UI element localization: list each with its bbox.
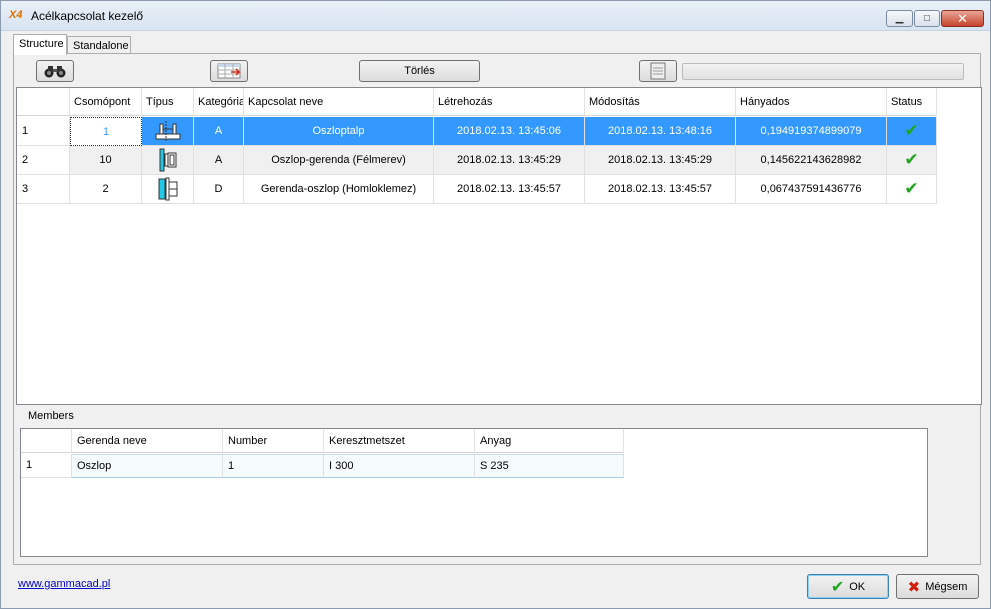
close-button[interactable]: ✕ [941, 10, 984, 27]
keresztmetszet-cell[interactable]: I 300 [324, 454, 475, 478]
modositas-cell[interactable]: 2018.02.13. 13:48:16 [585, 117, 736, 146]
kategoria-cell[interactable]: A [194, 146, 244, 175]
website-link[interactable]: www.gammacad.pl [18, 578, 110, 590]
column-header-kategoria[interactable]: Kategória [194, 88, 244, 116]
letrehozas-cell[interactable]: 2018.02.13. 13:45:29 [434, 146, 585, 175]
connections-grid: Csomópont Típus Kategória Kapcsolat neve… [16, 87, 982, 405]
column-header-modositas[interactable]: Módosítás [585, 88, 736, 116]
table-row[interactable]: 1 1 A Oszloptalp 2018.02.13. 13:45:06 20… [17, 117, 937, 146]
table-row[interactable]: 1 Oszlop 1 I 300 S 235 [21, 454, 624, 478]
anyag-cell[interactable]: S 235 [475, 454, 624, 478]
ok-button[interactable]: ✔ OK [807, 574, 889, 599]
checkmark-icon: ✔ [904, 179, 919, 198]
tipus-cell[interactable] [142, 146, 194, 175]
tipus-cell[interactable] [142, 175, 194, 204]
csomopont-cell[interactable]: 2 [70, 175, 142, 204]
cancel-button-label: Mégsem [925, 580, 968, 593]
beam-column-icon [158, 177, 177, 201]
checkmark-icon: ✔ [830, 578, 845, 596]
window-title: Acélkapcsolat kezelő [31, 9, 144, 23]
find-button[interactable] [36, 60, 74, 82]
column-header-rownum[interactable] [21, 429, 72, 453]
status-cell[interactable]: ✔ [887, 117, 937, 146]
members-label: Members [28, 410, 74, 422]
tab-structure[interactable]: Structure [13, 34, 67, 55]
column-header-status[interactable]: Status [887, 88, 937, 116]
column-header-keresztmetszet[interactable]: Keresztmetszet [324, 429, 475, 453]
checkmark-icon: ✔ [904, 150, 919, 169]
status-cell[interactable]: ✔ [887, 146, 937, 175]
row-number[interactable]: 3 [17, 175, 70, 204]
column-header-kapcsolat-neve[interactable]: Kapcsolat neve [244, 88, 434, 116]
row-number[interactable]: 1 [17, 117, 70, 146]
grid-header: Csomópont Típus Kategória Kapcsolat neve… [17, 88, 937, 116]
minimize-icon: ▁ [895, 13, 904, 24]
gerenda-neve-cell[interactable]: Oszlop [72, 454, 223, 478]
document-button[interactable] [639, 60, 677, 82]
column-header-number[interactable]: Number [223, 429, 324, 453]
column-beam-icon [159, 148, 176, 172]
app-logo-icon: X4 [9, 9, 23, 21]
table-export-button[interactable] [210, 60, 248, 82]
delete-button[interactable]: Törlés [359, 60, 480, 82]
ok-button-label: OK [849, 580, 866, 593]
members-grid: Gerenda neve Number Keresztmetszet Anyag… [20, 428, 928, 557]
modositas-cell[interactable]: 2018.02.13. 13:45:29 [585, 146, 736, 175]
table-export-icon [217, 63, 241, 79]
tipus-cell[interactable] [142, 117, 194, 146]
column-header-anyag[interactable]: Anyag [475, 429, 624, 453]
table-row[interactable]: 2 10 A Oszlop-gerenda (Félmerev) 2018.02… [17, 146, 937, 175]
column-header-csomopont[interactable]: Csomópont [70, 88, 142, 116]
column-header-letrehozas[interactable]: Létrehozás [434, 88, 585, 116]
progress-bar [682, 63, 964, 80]
main-window: X4 Acélkapcsolat kezelő ▁ □ ✕ Structure … [0, 0, 991, 609]
title-bar[interactable]: X4 Acélkapcsolat kezelő ▁ □ ✕ [1, 1, 990, 31]
modositas-cell[interactable]: 2018.02.13. 13:45:57 [585, 175, 736, 204]
structure-tab-page: Törlés Csomópont Típus Kategória Kapcsol… [13, 53, 982, 565]
close-icon: ✕ [957, 10, 968, 26]
column-header-gerenda-neve[interactable]: Gerenda neve [72, 429, 223, 453]
kapcsolat-neve-cell[interactable]: Gerenda-oszlop (Homloklemez) [244, 175, 434, 204]
maximize-button[interactable]: □ [914, 10, 940, 27]
kategoria-cell[interactable]: A [194, 117, 244, 146]
csomopont-cell[interactable]: 10 [70, 146, 142, 175]
letrehozas-cell[interactable]: 2018.02.13. 13:45:57 [434, 175, 585, 204]
hanyados-cell[interactable]: 0,194919374899079 [736, 117, 887, 146]
base-plate-icon [155, 121, 180, 141]
hanyados-cell[interactable]: 0,145622143628982 [736, 146, 887, 175]
minimize-button[interactable]: ▁ [886, 10, 913, 27]
column-header-hanyados[interactable]: Hányados [736, 88, 887, 116]
kategoria-cell[interactable]: D [194, 175, 244, 204]
binoculars-icon [44, 66, 66, 78]
csomopont-cell[interactable]: 1 [70, 117, 142, 146]
checkmark-icon: ✔ [904, 121, 919, 140]
number-cell[interactable]: 1 [223, 454, 324, 478]
table-row[interactable]: 3 2 D Gerenda-oszlop (Homloklemez) 2018.… [17, 175, 937, 204]
status-cell[interactable]: ✔ [887, 175, 937, 204]
letrehozas-cell[interactable]: 2018.02.13. 13:45:06 [434, 117, 585, 146]
maximize-icon: □ [923, 13, 931, 24]
cancel-button[interactable]: ✖ Mégsem [896, 574, 979, 599]
column-header-rownum[interactable] [17, 88, 70, 116]
row-number[interactable]: 2 [17, 146, 70, 175]
row-number[interactable]: 1 [21, 454, 72, 478]
document-icon [650, 62, 666, 80]
members-grid-header: Gerenda neve Number Keresztmetszet Anyag [21, 429, 624, 453]
hanyados-cell[interactable]: 0,067437591436776 [736, 175, 887, 204]
close-icon: ✖ [907, 578, 921, 596]
kapcsolat-neve-cell[interactable]: Oszloptalp [244, 117, 434, 146]
kapcsolat-neve-cell[interactable]: Oszlop-gerenda (Félmerev) [244, 146, 434, 175]
column-header-tipus[interactable]: Típus [142, 88, 194, 116]
tab-standalone[interactable]: Standalone [67, 36, 131, 54]
